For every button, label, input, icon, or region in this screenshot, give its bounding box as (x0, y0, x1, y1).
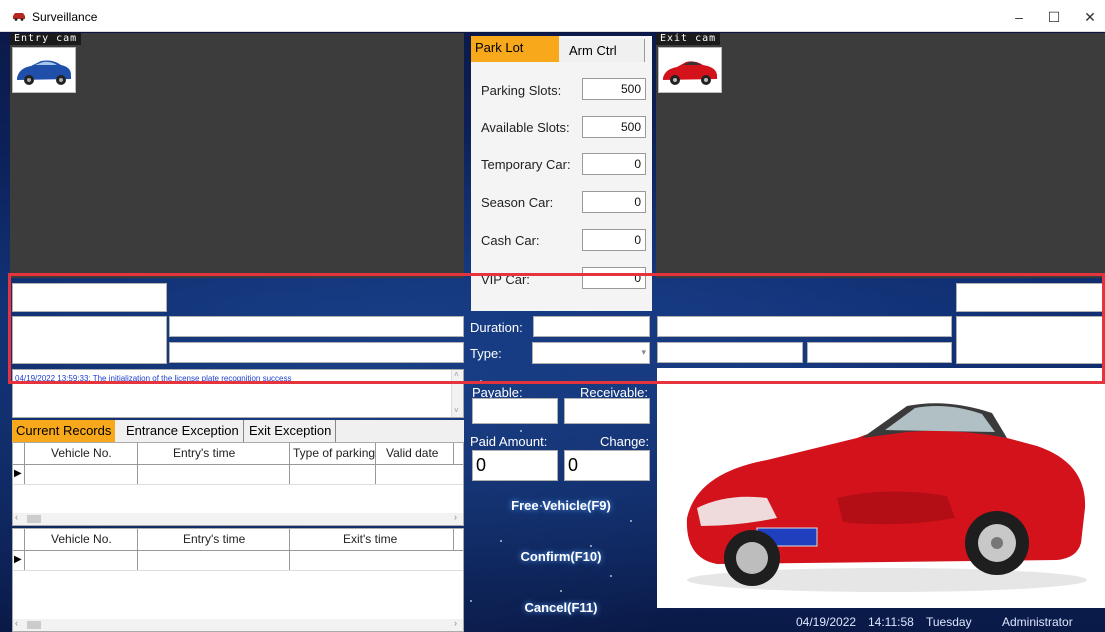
window-title: Surveillance (32, 10, 98, 24)
column-type-of-parking: Type of parking (293, 446, 376, 460)
minimize-button[interactable]: – (1007, 6, 1031, 28)
status-time: 14:11:58 (868, 615, 914, 629)
title-bar: Surveillance – ☐ ✕ (0, 0, 1105, 32)
season-car-field[interactable]: 0 (582, 191, 646, 213)
car-app-icon (13, 13, 25, 21)
parking-slots-field[interactable]: 500 (582, 78, 646, 100)
tab-entrance-exception[interactable]: Entrance Exception (122, 420, 244, 442)
column-entry-time: Entry's time (183, 532, 246, 546)
exit-plate-number-field[interactable] (657, 316, 952, 337)
star-decoration (610, 575, 612, 577)
lot-status-panel: Park Lot Arm Ctrl Parking Slots: 500 Ava… (471, 36, 652, 311)
chevron-right-icon: › (454, 618, 457, 628)
season-car-label: Season Car: (481, 195, 554, 210)
payable-field[interactable] (472, 398, 558, 424)
entry-records-grid: Vehicle No. Entry's time Type of parking… (12, 442, 464, 526)
star-decoration (630, 520, 632, 522)
entry-grid-header: Vehicle No. Entry's time Type of parking… (13, 443, 463, 465)
tab-park-lot[interactable]: Park Lot (471, 36, 559, 62)
star-decoration (480, 380, 482, 382)
vip-car-label: VIP Car: (481, 272, 530, 287)
chevron-right-icon: › (454, 512, 457, 522)
scroll-thumb[interactable] (27, 515, 41, 523)
column-entry-time: Entry's time (173, 446, 236, 460)
table-row[interactable]: ▶ (13, 551, 463, 571)
column-vehicle-no: Vehicle No. (51, 446, 112, 460)
receivable-field[interactable] (564, 398, 650, 424)
column-exit-time: Exit's time (343, 532, 398, 546)
star-decoration (520, 430, 522, 432)
records-tab-bar: Current Records Entrance Exception Exit … (12, 420, 464, 442)
change-field[interactable]: 0 (564, 450, 650, 481)
exit-extra-field[interactable] (807, 342, 952, 363)
duration-field[interactable] (533, 316, 650, 337)
vip-car-field[interactable]: 0 (582, 267, 646, 289)
exit-camera-view: Exit cam (656, 33, 1105, 278)
column-valid-date: Valid date (386, 446, 439, 460)
duration-label: Duration: (470, 320, 523, 335)
chevron-down-icon: ˅ (454, 406, 459, 415)
log-scrollbar[interactable]: ˄ ˅ (451, 370, 463, 417)
cancel-button[interactable]: Cancel(F11) (472, 600, 650, 622)
chevron-down-icon: ▾ (641, 347, 646, 357)
entry-time-field[interactable] (169, 342, 464, 363)
available-slots-label: Available Slots: (481, 120, 570, 135)
exit-vehicle-info-box (956, 316, 1105, 364)
tab-arm-ctrl[interactable]: Arm Ctrl (559, 39, 645, 62)
exit-grid-header: Vehicle No. Entry's time Exit's time (13, 529, 463, 551)
status-weekday: Tuesday (926, 615, 972, 629)
entry-cam-label: Entry cam (10, 33, 82, 45)
red-convertible-image (686, 403, 1087, 592)
scroll-thumb[interactable] (27, 621, 41, 629)
maximize-button[interactable]: ☐ (1042, 6, 1066, 28)
type-label: Type: (470, 346, 502, 361)
exit-vehicle-snapshot (657, 368, 1105, 608)
exit-grid-hscrollbar[interactable]: ‹ › (13, 618, 463, 631)
available-slots-field[interactable]: 500 (582, 116, 646, 138)
exit-plate-image-box (956, 283, 1105, 312)
chevron-left-icon: ‹ (15, 618, 18, 628)
exit-cam-label: Exit cam (656, 33, 721, 45)
log-panel: 04/19/2022 13:59:33: The initialization … (12, 369, 464, 418)
temporary-car-label: Temporary Car: (481, 157, 571, 172)
entry-grid-hscrollbar[interactable]: ‹ › (13, 512, 463, 525)
exit-records-grid: Vehicle No. Entry's time Exit's time ▶ ‹… (12, 528, 464, 632)
row-pointer-icon: ▶ (14, 468, 22, 479)
log-message: 04/19/2022 13:59:33: The initialization … (15, 374, 292, 383)
close-button[interactable]: ✕ (1078, 6, 1102, 28)
parking-slots-label: Parking Slots: (481, 83, 562, 98)
paid-amount-field[interactable]: 0 (472, 450, 558, 481)
temporary-car-field[interactable]: 0 (582, 153, 646, 175)
entry-plate-number-field[interactable] (169, 316, 464, 337)
status-user: Administrator (1002, 615, 1073, 629)
entry-car-thumbnail (12, 47, 76, 93)
entry-vehicle-info-box (12, 316, 167, 364)
chevron-left-icon: ‹ (15, 512, 18, 522)
tab-exit-exception[interactable]: Exit Exception (245, 420, 337, 442)
exit-time-field[interactable] (657, 342, 803, 363)
cash-car-field[interactable]: 0 (582, 229, 646, 251)
table-row[interactable]: ▶ (13, 465, 463, 485)
cash-car-label: Cash Car: (481, 233, 540, 248)
entry-plate-image-box (12, 283, 167, 312)
free-vehicle-button[interactable]: Free Vehicle(F9) (472, 498, 650, 520)
status-date: 04/19/2022 (796, 615, 857, 629)
entry-camera-view: Entry cam (10, 33, 464, 278)
column-vehicle-no: Vehicle No. (51, 532, 112, 546)
star-decoration (590, 545, 592, 547)
star-decoration (560, 590, 562, 592)
row-pointer-icon: ▶ (14, 554, 22, 565)
type-select[interactable]: ▾ (532, 342, 650, 364)
confirm-button[interactable]: Confirm(F10) (472, 549, 650, 571)
exit-car-thumbnail (658, 47, 722, 93)
chevron-up-icon: ˄ (454, 370, 459, 379)
star-decoration (500, 540, 502, 542)
paid-amount-label: Paid Amount: (470, 434, 548, 449)
change-label: Change: (600, 434, 650, 449)
tab-current-records[interactable]: Current Records (12, 420, 116, 442)
